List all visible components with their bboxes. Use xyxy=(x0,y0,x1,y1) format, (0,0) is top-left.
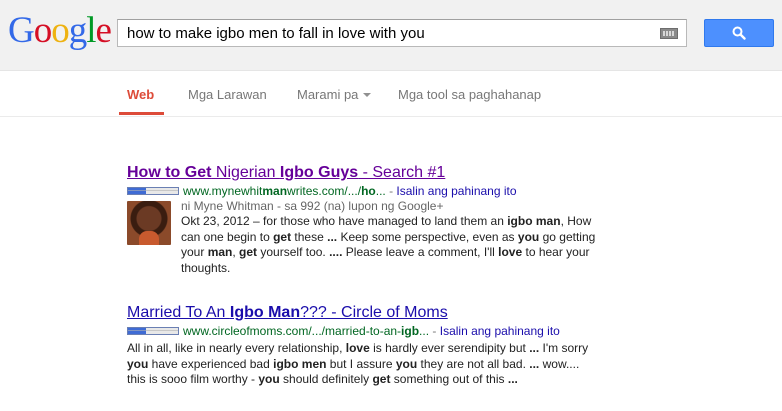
title-bold: How to Get xyxy=(127,164,212,181)
logo-letter: g xyxy=(68,10,87,51)
result-url: www.circleofmoms.com/.../married-to-an-i… xyxy=(183,324,430,338)
logo-letter: G xyxy=(8,10,35,51)
logo-letter: o xyxy=(51,10,69,51)
logo-letter: l xyxy=(86,10,96,51)
translate-link[interactable]: Isalin ang pahinang ito xyxy=(440,324,560,338)
rating-bar xyxy=(127,327,179,335)
rating-bar xyxy=(127,187,179,195)
tab-more[interactable]: Marami pa xyxy=(297,87,372,102)
tab-web[interactable]: Web xyxy=(127,87,154,102)
tab-images[interactable]: Mga Larawan xyxy=(188,87,267,102)
logo-letter: e xyxy=(95,10,112,51)
header-bar: Google xyxy=(0,0,782,71)
title-text: Married To An xyxy=(127,304,230,321)
google-logo[interactable]: Google xyxy=(8,10,112,51)
author-avatar[interactable] xyxy=(127,201,171,245)
translate-link[interactable]: Isalin ang pahinang ito xyxy=(396,184,516,198)
title-bold: Igbo Guys xyxy=(279,164,359,181)
search-box[interactable] xyxy=(117,19,687,47)
tab-search-tools[interactable]: Mga tool sa paghahanap xyxy=(398,87,541,102)
result-snippet: All in all, like in nearly every relatio… xyxy=(127,341,589,386)
title-text: Nigerian xyxy=(211,164,280,181)
search-button[interactable] xyxy=(704,19,774,47)
title-bold: Igbo Man xyxy=(229,304,301,321)
logo-letter: o xyxy=(33,10,52,51)
search-tabs: Web Mga Larawan Marami pa Mga tool sa pa… xyxy=(0,71,782,117)
search-result: Married To An Igbo Man??? - Circle of Mo… xyxy=(127,303,647,388)
title-text: ??? - Circle of Moms xyxy=(300,304,448,321)
search-input[interactable] xyxy=(127,23,647,43)
search-result: How to Get Nigerian Igbo Guys - Search #… xyxy=(127,163,647,275)
keyboard-icon[interactable] xyxy=(660,28,678,39)
title-text: - Search #1 xyxy=(358,164,446,181)
result-url-row: www.circleofmoms.com/.../married-to-an-i… xyxy=(127,324,647,339)
result-snippet: Okt 23, 2012 – for those who have manage… xyxy=(181,214,596,275)
author-line: ni Myne Whitman - sa 992 (na) lupon ng G… xyxy=(181,199,444,213)
search-icon xyxy=(732,26,746,40)
result-title-link[interactable]: Married To An Igbo Man??? - Circle of Mo… xyxy=(127,303,647,322)
active-tab-indicator xyxy=(119,112,164,115)
result-url-row: www.mynewhitmanwrites.com/.../ho... - Is… xyxy=(127,184,647,199)
result-title-link[interactable]: How to Get Nigerian Igbo Guys - Search #… xyxy=(127,163,647,182)
tab-more-label: Marami pa xyxy=(297,87,359,102)
chevron-down-icon xyxy=(363,93,372,97)
result-url: www.mynewhitmanwrites.com/.../ho... xyxy=(183,184,386,198)
